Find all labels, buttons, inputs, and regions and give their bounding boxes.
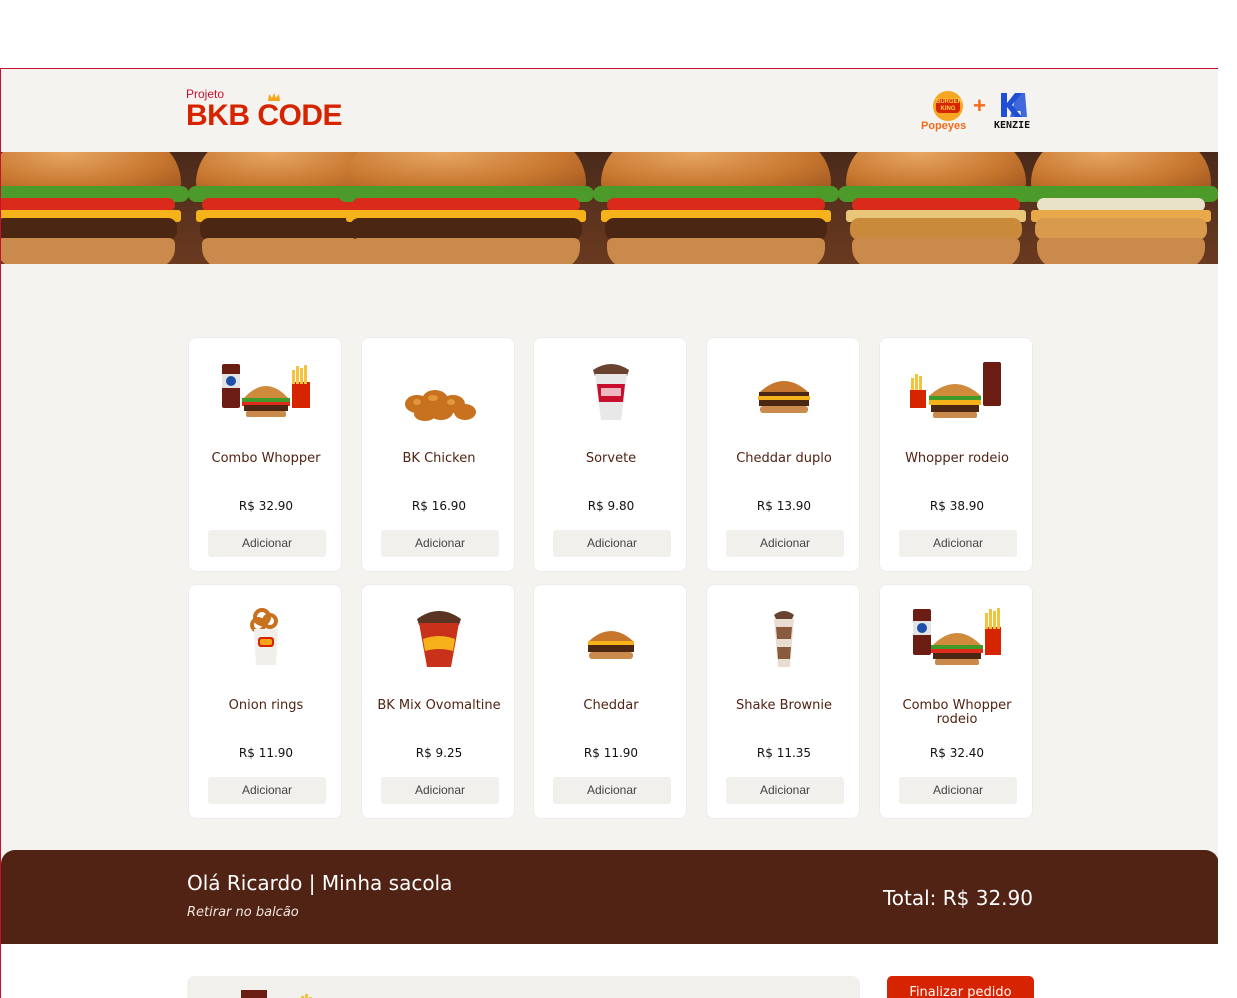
product-name: Cheddar duplo: [736, 451, 832, 466]
hero-banner: [1, 152, 1218, 264]
product-card: BK Chicken R$ 16.90 Adicionar: [361, 337, 515, 572]
finish-order-button[interactable]: Finalizar pedido: [887, 976, 1034, 998]
add-to-bag-button[interactable]: Adicionar: [726, 530, 844, 557]
bag-total: Total: R$ 32.90: [882, 886, 1033, 910]
popeyes-logo-text: Popeyes: [921, 120, 967, 132]
crown-icon: [268, 93, 280, 101]
app-frame: Projeto BKB CODE BURGER KING Popeyes + K…: [0, 68, 1218, 998]
onion-rings-icon: [250, 608, 278, 665]
combo-icon: [241, 990, 312, 998]
product-card: Shake Brownie R$ 11.35 Adicionar: [706, 584, 860, 819]
product-name: Onion rings: [228, 698, 304, 713]
add-to-bag-button[interactable]: Adicionar: [553, 530, 671, 557]
product-price: R$ 11.90: [238, 746, 294, 760]
product-card: Combo Whopper rodeio R$ 32.40 Adicionar: [879, 584, 1033, 819]
bag-title: Olá Ricardo | Minha sacola: [187, 871, 453, 895]
product-card: Sorvete R$ 9.80 Adicionar: [533, 337, 687, 572]
product-name: Combo Whopper rodeio: [902, 698, 1012, 727]
kenzie-logo-text: KENZIE: [994, 120, 1031, 131]
product-name: BK Chicken: [402, 451, 476, 466]
product-card: Cheddar duplo R$ 13.90 Adicionar: [706, 337, 860, 572]
add-to-bag-button[interactable]: Adicionar: [208, 530, 326, 557]
add-to-bag-button[interactable]: Adicionar: [208, 777, 326, 804]
product-price: R$ 38.90: [929, 499, 985, 513]
add-to-bag-button[interactable]: Adicionar: [381, 530, 499, 557]
product-name: Whopper rodeio: [905, 451, 1009, 466]
plus-sign: +: [973, 93, 986, 118]
burger-illustration: [593, 152, 839, 264]
product-name: Shake Brownie: [735, 698, 833, 713]
add-to-bag-button[interactable]: Adicionar: [899, 530, 1017, 557]
product-card: Combo Whopper R$ 32.90 Adicionar: [188, 337, 342, 572]
burger-king-logo-text: BURGER KING: [936, 99, 963, 113]
product-price: R$ 13.90: [756, 499, 812, 513]
bag-content: Finalizar pedido: [1, 944, 1218, 998]
bkb-code-logo[interactable]: Projeto BKB CODE: [186, 87, 343, 132]
product-price: R$ 11.90: [583, 746, 639, 760]
add-to-bag-button[interactable]: Adicionar: [381, 777, 499, 804]
add-to-bag-button[interactable]: Adicionar: [553, 777, 671, 804]
partners-logo: BURGER KING Popeyes + KENZIE: [921, 89, 1036, 135]
product-name: BK Mix Ovomaltine: [377, 698, 501, 713]
chicken-icon: [405, 390, 476, 421]
kenzie-logo-icon: [1001, 93, 1027, 117]
burger-illustration: [1023, 152, 1218, 264]
product-price: R$ 16.90: [411, 499, 467, 513]
product-price: R$ 32.90: [238, 499, 294, 513]
pickup-label: Retirar no balcão: [187, 905, 299, 920]
combo-icon: [913, 608, 1001, 665]
product-name: Combo Whopper: [211, 451, 321, 466]
product-price: R$ 32.40: [929, 746, 985, 760]
logo-big-label: BKB CODE: [186, 99, 343, 132]
product-name: Sorvete: [585, 451, 637, 466]
add-to-bag-button[interactable]: Adicionar: [899, 777, 1017, 804]
product-price: R$ 11.35: [756, 746, 812, 760]
add-to-bag-button[interactable]: Adicionar: [726, 777, 844, 804]
combo-icon: [222, 364, 310, 417]
burger-illustration: [838, 152, 1034, 264]
shake-icon: [774, 611, 794, 667]
product-card: Whopper rodeio R$ 38.90 Adicionar: [879, 337, 1033, 572]
product-price: R$ 9.25: [415, 746, 463, 760]
sundae-icon: [593, 364, 629, 420]
bag-item: [187, 976, 860, 998]
burger-icon: [758, 381, 810, 413]
combo-icon: [910, 362, 1001, 418]
burger-illustration: [1, 152, 189, 264]
burger-illustration: [338, 152, 594, 264]
sundae-icon: [417, 611, 461, 667]
product-card: BK Mix Ovomaltine R$ 9.25 Adicionar: [361, 584, 515, 819]
product-price: R$ 9.80: [587, 499, 635, 513]
product-name: Cheddar: [583, 698, 639, 713]
product-card: Onion rings R$ 11.90 Adicionar: [188, 584, 342, 819]
logo-big-text: BKB CODE: [186, 93, 343, 132]
header: Projeto BKB CODE BURGER KING Popeyes + K…: [1, 69, 1218, 152]
bag-header: Olá Ricardo | Minha sacola Retirar no ba…: [1, 850, 1218, 944]
product-card: Cheddar R$ 11.90 Adicionar: [533, 584, 687, 819]
burger-king-logo-icon: BURGER KING: [933, 91, 963, 121]
burger-icon: [588, 631, 634, 659]
